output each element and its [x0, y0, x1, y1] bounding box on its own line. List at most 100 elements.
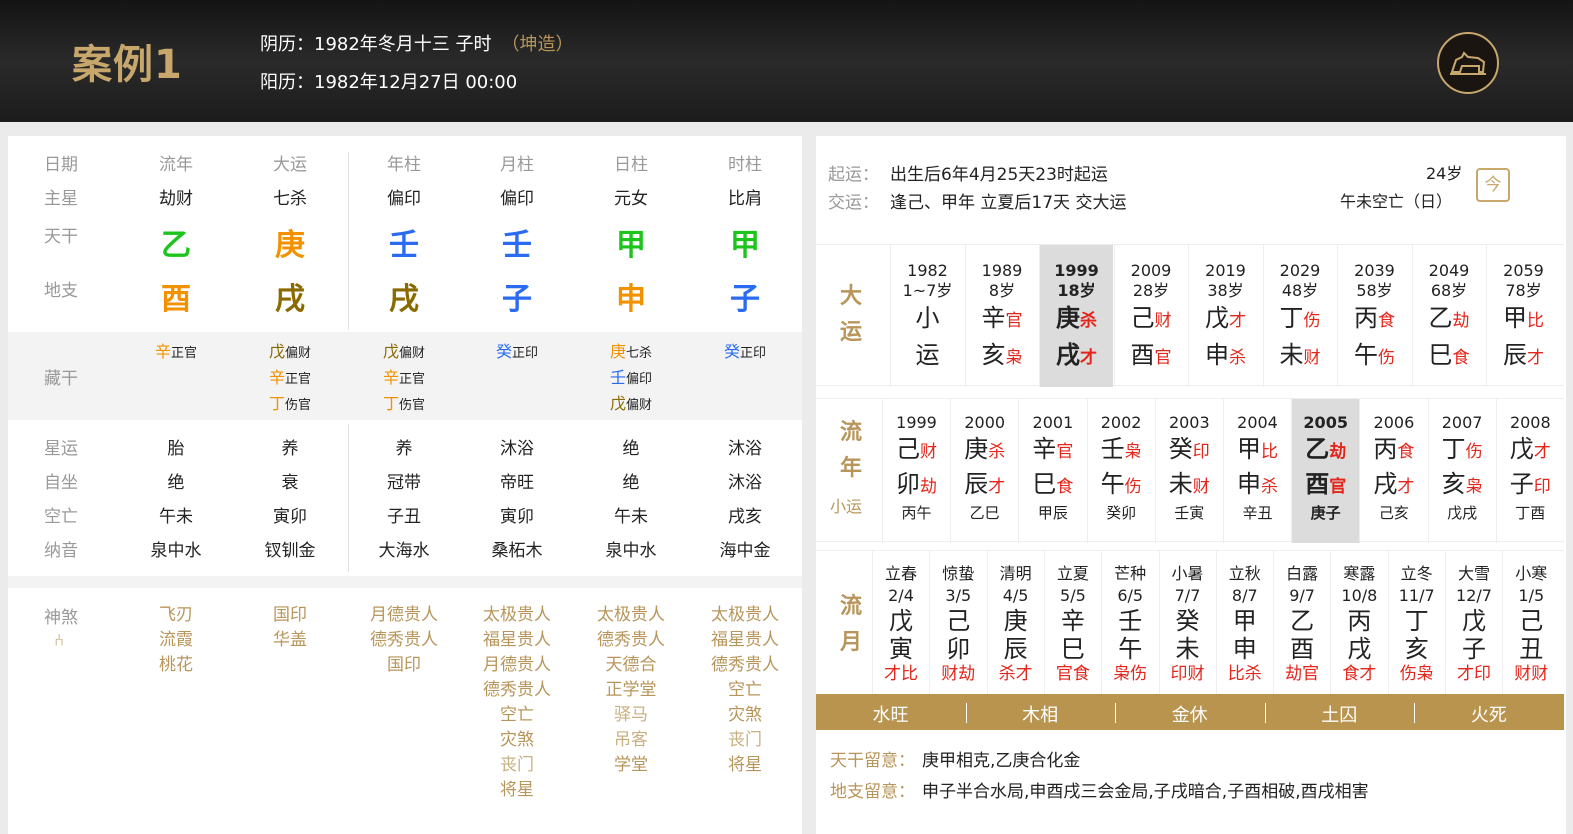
dayun-item[interactable]: 1982 1~7岁小运 [890, 245, 964, 387]
shensha-item[interactable]: 将星 [695, 753, 795, 778]
branch-god: 财 [1192, 477, 1210, 497]
liuyue-item[interactable]: 芒种 6/5 壬午枭伤 [1101, 551, 1158, 695]
shensha-item[interactable]: 天德合 [581, 653, 681, 678]
shensha-item[interactable]: 空亡 [695, 678, 795, 703]
cell-zizuo: 衰 [281, 473, 299, 493]
shensha-item[interactable]: 丧门 [695, 728, 795, 753]
liuyue-stem: 辛 [1060, 607, 1085, 635]
dog-logo-icon[interactable] [1437, 32, 1499, 94]
liuyue-item[interactable]: 小寒 1/5 己丑财财 [1502, 551, 1559, 695]
shensha-item[interactable]: 德秀贵人 [467, 678, 567, 703]
dayun-item[interactable]: 2009 28岁 己财 酉官 [1113, 245, 1188, 387]
calendar-today-icon[interactable]: 今 [1476, 168, 1510, 202]
liunian-item[interactable]: 2000 庚杀 辰才 乙巳 [950, 399, 1018, 543]
shensha-item[interactable]: 驿马 [581, 703, 681, 728]
branch-char: 运 [915, 341, 940, 369]
shensha-item[interactable]: 丧门 [467, 753, 567, 778]
branch-char: 辰 [964, 470, 989, 498]
canggan-cell: 辛正官 [131, 340, 221, 366]
dizhi-note-label: 地支留意： [830, 782, 915, 802]
cell-xingyun: 沐浴 [500, 439, 534, 459]
liuyue-gods: 才印 [1457, 664, 1491, 684]
liuyue-item[interactable]: 立秋 8/7 甲申比杀 [1215, 551, 1273, 695]
liunian-item[interactable]: 2005 乙劫 酉官 庚子 [1291, 399, 1360, 543]
liunian-item[interactable]: 1999 己财 卯劫 丙午 [882, 399, 950, 543]
liuyue-item[interactable]: 立春 2/4 戊寅才比 [872, 551, 929, 695]
liunian-item[interactable]: 2007 丁伤 亥枭 戊戌 [1427, 399, 1496, 543]
shensha-item[interactable]: 飞刃 [126, 603, 226, 628]
branch-god: 食 [1056, 477, 1074, 497]
jieqi-date: 10/8 [1341, 586, 1378, 605]
liuyue-item[interactable]: 立夏 5/5 辛巳官食 [1043, 551, 1101, 695]
shensha-item[interactable]: 太极贵人 [695, 603, 795, 628]
dayun-item[interactable]: 2039 58岁 丙食 午伤 [1337, 245, 1411, 387]
shensha-toggle-icon[interactable]: ⑃ [54, 631, 64, 651]
shensha-item[interactable]: 福星贵人 [467, 628, 567, 653]
canggan-stem: 辛 [154, 342, 171, 361]
liunian-stem: 癸印 [1156, 433, 1223, 468]
solar-date: 阳历：1982年12月27日 00:00 [260, 72, 518, 93]
canggan-item: 戊偏财 [245, 340, 335, 366]
shensha-item[interactable]: 桃花 [126, 653, 226, 678]
shensha-item[interactable]: 月德贵人 [467, 653, 567, 678]
stem-char: 甲 [1237, 435, 1261, 463]
liuyue-branch: 子 [1462, 635, 1486, 663]
liunian-item[interactable]: 2004 甲比 申杀 辛丑 [1223, 399, 1291, 543]
branch-god: 印 [1533, 477, 1551, 497]
canggan-god: 偏印 [626, 372, 653, 387]
liuyue-item[interactable]: 大雪 12/7 戊子才印 [1445, 551, 1502, 695]
liuyue-item[interactable]: 白露 9/7 乙酉劫官 [1273, 551, 1330, 695]
canggan-stem: 戊 [609, 394, 626, 413]
liunian-item[interactable]: 2002 壬枭 午伤 癸卯 [1086, 399, 1155, 543]
shensha-item[interactable]: 月德贵人 [354, 603, 454, 628]
xiaoyun-pillar: 丙午 [901, 504, 932, 522]
liunian-item[interactable]: 2006 丙食 戌才 己亥 [1359, 399, 1427, 543]
dayun-item[interactable]: 1989 8岁 辛官 亥枭 [964, 245, 1039, 387]
branch-char: 酉 [1305, 470, 1330, 498]
wuxing-state: 火死 [1470, 705, 1507, 726]
shensha-item[interactable]: 将星 [467, 778, 567, 803]
liunian-item[interactable]: 2001 辛官 巳食 甲辰 [1018, 399, 1086, 543]
shensha-item[interactable]: 吊客 [581, 728, 681, 753]
cell-zhuxing: 七杀 [273, 189, 307, 209]
tiangan-char: 壬 [502, 228, 532, 263]
canggan-stem: 戊 [382, 342, 399, 361]
shensha-item[interactable]: 德秀贵人 [695, 653, 795, 678]
dayun-item[interactable]: 2049 68岁 乙劫 巳食 [1411, 245, 1486, 387]
liuyue-gods: 枭伤 [1113, 664, 1148, 684]
liuyue-branch: 申 [1232, 635, 1257, 663]
branch-god: 才 [988, 477, 1006, 497]
shensha-item[interactable]: 太极贵人 [581, 603, 681, 628]
stem-char: 丙 [1373, 435, 1398, 463]
liuyue-item[interactable]: 惊蛰 3/5 己卯财劫 [929, 551, 986, 695]
shensha-item[interactable]: 学堂 [581, 753, 681, 778]
shensha-item[interactable]: 德秀贵人 [581, 628, 681, 653]
shensha-item[interactable]: 灾煞 [695, 703, 795, 728]
dayun-item[interactable]: 2019 38岁 戊才 申杀 [1188, 245, 1262, 387]
shensha-item[interactable]: 华盖 [240, 628, 340, 653]
stem-god: 杀 [988, 442, 1006, 462]
shensha-item[interactable]: 正学堂 [581, 678, 681, 703]
branch-char: 午 [1354, 341, 1378, 369]
shensha-item[interactable]: 福星贵人 [695, 628, 795, 653]
shensha-item[interactable]: 德秀贵人 [354, 628, 454, 653]
shensha-item[interactable]: 太极贵人 [467, 603, 567, 628]
liuyue-item[interactable]: 立冬 11/7 丁亥伤枭 [1387, 551, 1445, 695]
liuyue-item[interactable]: 小暑 7/7 癸未印财 [1158, 551, 1216, 695]
liunian-item[interactable]: 2003 癸印 未财 壬寅 [1154, 399, 1223, 543]
liuyue-item[interactable]: 清明 4/5 庚辰杀才 [986, 551, 1044, 695]
cell-zhuxing: 劫财 [159, 189, 193, 209]
shensha-item[interactable]: 国印 [240, 603, 340, 628]
shensha-item[interactable]: 国印 [354, 653, 454, 678]
dayun-item[interactable]: 2059 78岁 甲比 辰才 [1486, 245, 1560, 387]
liunian-item[interactable]: 2008 戊才 子印 丁酉 [1495, 399, 1564, 543]
canggan-god: 伤官 [285, 398, 312, 413]
dayun-item[interactable]: 1999 18岁 庚杀 戌才 [1039, 245, 1113, 387]
tiangan-char: 甲 [730, 228, 760, 263]
dayun-item[interactable]: 2029 48岁 丁伤 未财 [1262, 245, 1337, 387]
dizhi-note-text: 申子半合水局,申酉戌三会金局,子戌暗合,子酉相破,酉戌相害 [922, 782, 1369, 802]
shensha-item[interactable]: 流霞 [126, 628, 226, 653]
shensha-item[interactable]: 灾煞 [467, 728, 567, 753]
shensha-item[interactable]: 空亡 [467, 703, 567, 728]
liuyue-item[interactable]: 寒露 10/8 丙戌食才 [1330, 551, 1387, 695]
